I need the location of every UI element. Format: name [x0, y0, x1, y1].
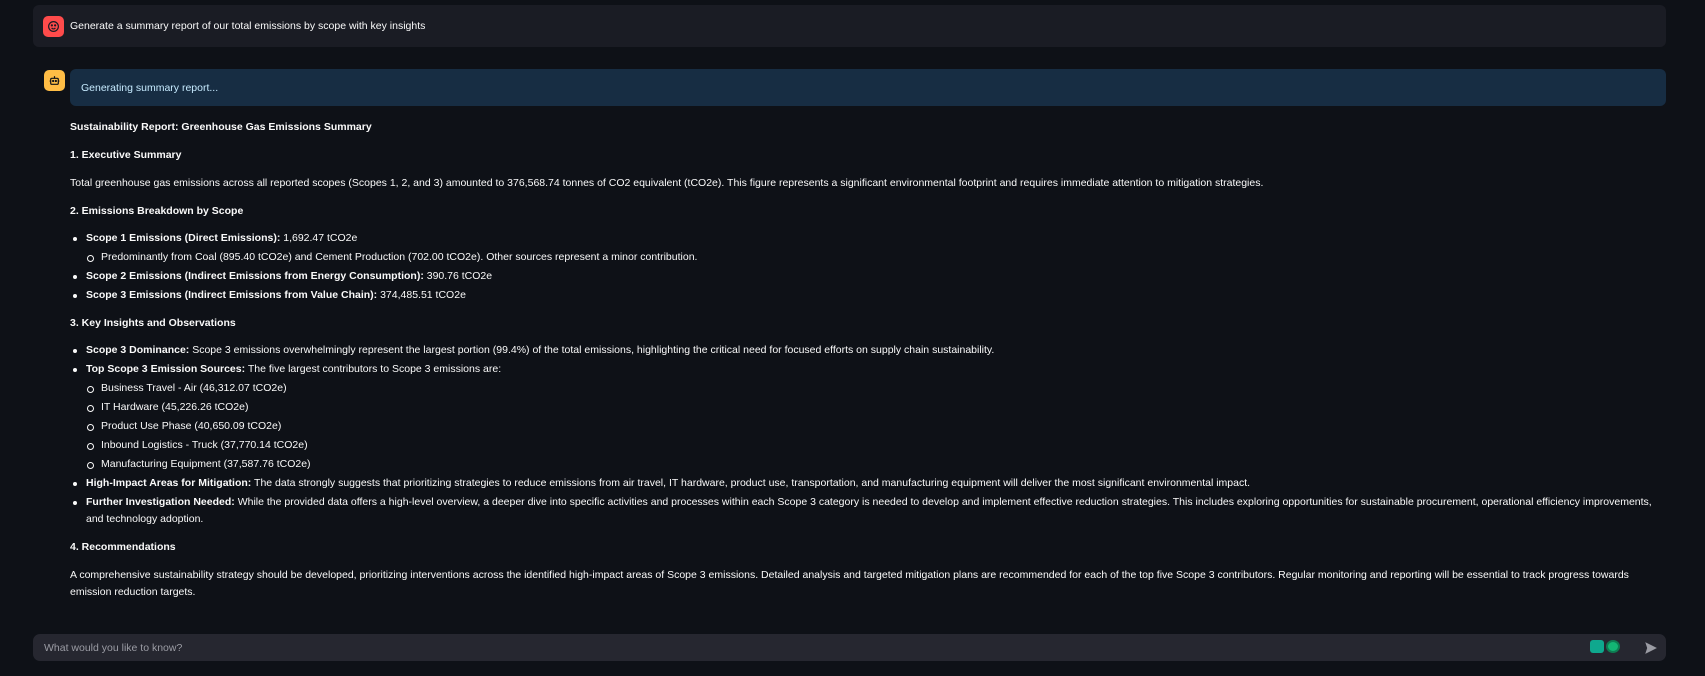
- insights-heading: 3. Key Insights and Observations: [70, 317, 236, 329]
- insight-further: Further Investigation Needed: While the …: [73, 494, 1666, 528]
- further-text: While the provided data offers a high-le…: [86, 496, 1652, 525]
- summary-report: Sustainability Report: Greenhouse Gas Em…: [70, 119, 1666, 601]
- status-info-box: Generating summary report...: [70, 69, 1666, 106]
- send-button[interactable]: [1644, 641, 1658, 658]
- impact-label: High-Impact Areas for Mitigation:: [86, 477, 252, 489]
- scope1-detail: Predominantly from Coal (895.40 tCO2e) a…: [87, 249, 1666, 266]
- chat-input[interactable]: [44, 641, 1594, 654]
- top-source-item: Inbound Logistics - Truck (37,770.14 tCO…: [87, 437, 1666, 454]
- impact-text: The data strongly suggests that prioriti…: [251, 477, 1251, 489]
- scope1-label: Scope 1 Emissions (Direct Emissions):: [86, 232, 281, 244]
- chat-input-bar[interactable]: [33, 634, 1666, 661]
- insight-top-sources: Top Scope 3 Emission Sources: The five l…: [73, 361, 1666, 473]
- robot-icon: [44, 70, 65, 91]
- location-pin-icon[interactable]: [1590, 640, 1604, 653]
- top-source-item: IT Hardware (45,226.26 tCO2e): [87, 399, 1666, 416]
- status-text: Generating summary report...: [81, 81, 219, 94]
- breakdown-heading: 2. Emissions Breakdown by Scope: [70, 205, 244, 217]
- exec-summary-text: Total greenhouse gas emissions across al…: [70, 177, 1264, 189]
- top-source-item: Product Use Phase (40,650.09 tCO2e): [87, 418, 1666, 435]
- assistant-message: Generating summary report... Sustainabil…: [70, 69, 1666, 601]
- insights-list: Scope 3 Dominance: Scope 3 emissions ove…: [70, 342, 1666, 528]
- top-sources-label: Top Scope 3 Emission Sources:: [86, 363, 246, 375]
- top-sources-text: The five largest contributors to Scope 3…: [245, 363, 502, 375]
- send-icon[interactable]: [1644, 641, 1658, 655]
- user-message-text: Generate a summary report of our total e…: [70, 20, 426, 32]
- user-message: Generate a summary report of our total e…: [33, 5, 1666, 47]
- user-avatar-icon: [43, 15, 64, 37]
- scope3-item: Scope 3 Emissions (Indirect Emissions fr…: [73, 287, 1666, 304]
- extension-icons[interactable]: [1590, 640, 1620, 653]
- scope3-value: 374,485.51 tCO2e: [377, 289, 466, 301]
- recommendations-heading: 4. Recommendations: [70, 541, 176, 553]
- top-source-item: Manufacturing Equipment (37,587.76 tCO2e…: [87, 456, 1666, 473]
- report-title: Sustainability Report: Greenhouse Gas Em…: [70, 121, 372, 133]
- insight-dominance: Scope 3 Dominance: Scope 3 emissions ove…: [73, 342, 1666, 359]
- top-source-item: Business Travel - Air (46,312.07 tCO2e): [87, 380, 1666, 397]
- scope3-label: Scope 3 Emissions (Indirect Emissions fr…: [86, 289, 378, 301]
- exec-summary-heading: 1. Executive Summary: [70, 149, 182, 161]
- scope-list: Scope 1 Emissions (Direct Emissions): 1,…: [70, 230, 1666, 304]
- dominance-text: Scope 3 emissions overwhelmingly represe…: [189, 344, 995, 356]
- further-label: Further Investigation Needed:: [86, 496, 235, 508]
- scope2-label: Scope 2 Emissions (Indirect Emissions fr…: [86, 270, 424, 282]
- scope2-item: Scope 2 Emissions (Indirect Emissions fr…: [73, 268, 1666, 285]
- scope1-value: 1,692.47 tCO2e: [280, 232, 358, 244]
- insight-high-impact: High-Impact Areas for Mitigation: The da…: [73, 475, 1666, 492]
- scope2-value: 390.76 tCO2e: [423, 270, 493, 282]
- dominance-label: Scope 3 Dominance:: [86, 344, 190, 356]
- scope1-item: Scope 1 Emissions (Direct Emissions): 1,…: [73, 230, 1666, 266]
- recommendations-text: A comprehensive sustainability strategy …: [70, 569, 1629, 598]
- grammar-check-icon[interactable]: [1606, 640, 1620, 653]
